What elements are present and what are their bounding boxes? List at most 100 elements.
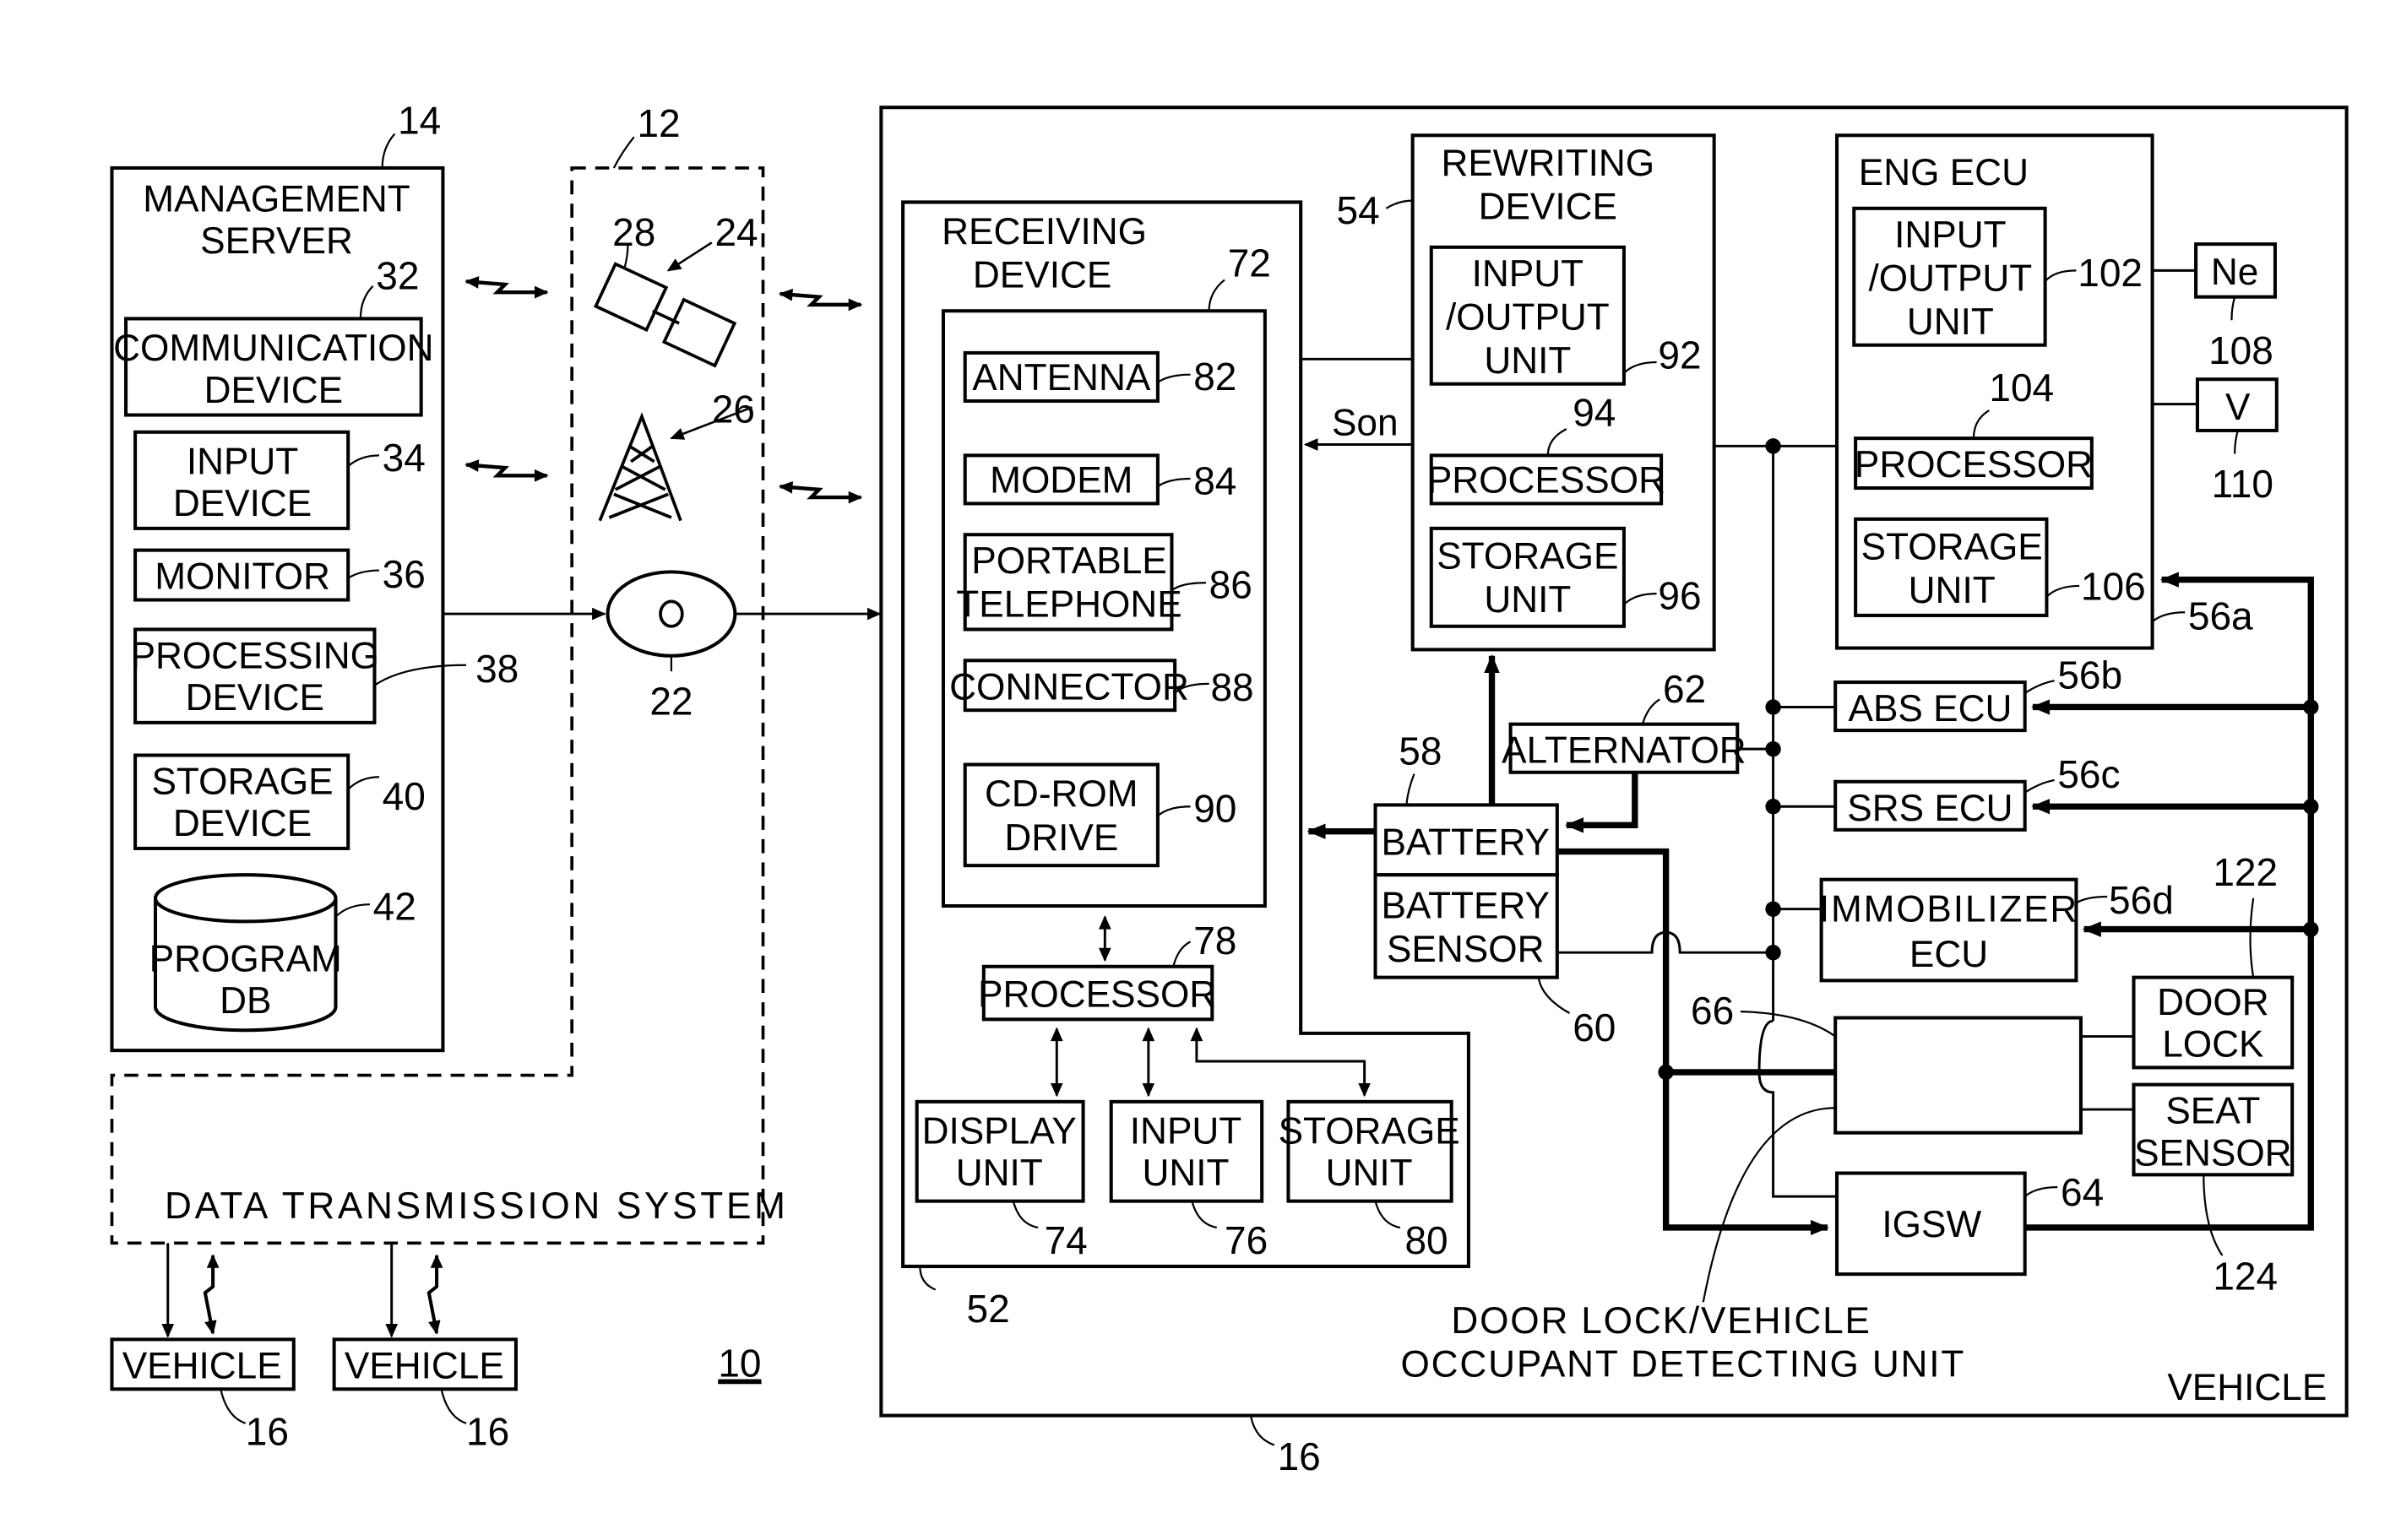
door-lock-occupant-unit[interactable] [1833,1016,2083,1135]
program-db[interactable]: PROGRAM DB [149,873,342,1033]
ref-12: 12 [637,101,680,145]
srs-ecu[interactable]: SRS ECU [1833,779,2027,832]
ref-58: 58 [1399,729,1442,773]
vehicle-label: VEHICLE [345,1345,504,1386]
alternator[interactable]: ALTERNATOR [1502,722,1746,774]
immobilizer-ecu[interactable]: IMMOBILIZER ECU [1819,877,2078,983]
wireless-link-icon [203,1254,220,1335]
junction-dot [1658,1064,1674,1081]
ref-82: 82 [1193,355,1236,399]
io-unit-label-3: UNIT [1484,340,1571,382]
ref-56d: 56d [2109,878,2174,922]
immobilizer-ecu-label-2: ECU [1909,934,1988,975]
ref-60: 60 [1573,1006,1616,1049]
antenna[interactable]: ANTENNA [963,350,1160,403]
storage-device[interactable]: STORAGE DEVICE [133,753,350,850]
ref-76: 76 [1225,1218,1268,1262]
battery-sensor-label-2: SENSOR [1387,929,1544,970]
eng-io-unit[interactable]: INPUT /OUTPUT UNIT [1852,206,2047,347]
igsw-label: IGSW [1882,1204,1981,1245]
ref-16: 16 [1278,1434,1321,1478]
connector[interactable]: CONNECTOR [949,659,1189,713]
ref-80: 80 [1404,1218,1448,1262]
eng-processor-label: PROCESSOR [1855,444,2093,485]
portable-telephone-label: PORTABLE [971,540,1167,582]
satellite-icon [593,262,737,368]
input-unit-label-2: UNIT [1143,1152,1230,1194]
communication-device-label: COMMUNICATION [113,328,433,369]
storage-unit-receiving[interactable]: STORAGE UNIT [1279,1099,1460,1203]
rewriting-processor[interactable]: PROCESSOR [1427,453,1665,506]
cdrom-drive[interactable]: CD-ROM DRIVE [963,762,1160,868]
display-unit-label: DISPLAY [922,1111,1077,1152]
ref-56b: 56b [2057,653,2122,697]
junction-dot [2303,799,2319,815]
ref-96: 96 [1658,574,1701,618]
input-device[interactable]: INPUT DEVICE [133,430,350,530]
input-unit[interactable]: INPUT UNIT [1109,1099,1264,1203]
ne-sensor[interactable]: Ne [2194,242,2277,299]
battery-sensor[interactable]: BATTERY SENSOR [1373,873,1559,979]
eng-processor[interactable]: PROCESSOR [1854,437,2094,491]
processing-device-label: PROCESSING [131,635,379,676]
rewriting-storage-unit[interactable]: STORAGE UNIT [1429,526,1626,628]
receiving-processor[interactable]: PROCESSOR [978,964,1216,1022]
ref-62: 62 [1663,667,1706,711]
modem[interactable]: MODEM [963,453,1160,506]
small-vehicle-1[interactable]: VEHICLE [110,1337,296,1391]
eng-storage-unit[interactable]: STORAGE UNIT [1854,517,2049,617]
ref-16: 16 [246,1410,289,1454]
ref-56c: 56c [2057,752,2120,796]
alternator-label: ALTERNATOR [1502,730,1746,772]
ref-56a: 56a [2188,594,2253,637]
storage-unit-label: STORAGE [1861,527,2043,568]
seat-sensor[interactable]: SEAT SENSOR [2132,1082,2295,1177]
junction-dot [1765,438,1781,454]
son-signal-label: Son [1332,402,1399,443]
wireless-link-icon [464,276,549,299]
leader-12 [612,136,635,169]
igsw[interactable]: IGSW [1835,1171,2027,1277]
door-lock[interactable]: DOOR LOCK [2132,975,2295,1070]
junction-dot [1765,901,1781,917]
program-db-label: PROGRAM [149,938,342,979]
leader-14 [381,133,396,168]
io-unit-label: INPUT [1894,214,2006,256]
arrow-24 [666,241,713,272]
junction-dot [1765,699,1781,715]
ref-104: 104 [1989,366,2054,409]
v-sensor[interactable]: V [2195,377,2279,432]
communication-device[interactable]: COMMUNICATION DEVICE [113,317,434,417]
ref-52: 52 [967,1287,1010,1331]
disc-icon [606,570,737,658]
communication-device-label-2: DEVICE [204,370,343,411]
ref-64: 64 [2061,1170,2104,1214]
battery[interactable]: BATTERY [1373,803,1559,877]
storage-unit-label-2: UNIT [1326,1152,1413,1194]
storage-unit-label-2: UNIT [1484,579,1571,621]
antenna-label: ANTENNA [972,357,1151,399]
battery-sensor-label: BATTERY [1381,886,1550,927]
receiving-device-title: RECEIVING [942,211,1147,252]
rewriting-device-title: REWRITING [1441,143,1654,184]
wireless-link-icon [426,1254,443,1335]
leader-16 [1250,1417,1275,1446]
cdrom-drive-label: CD-ROM [985,773,1138,815]
small-vehicle-2[interactable]: VEHICLE [332,1337,518,1391]
processing-device-label-2: DEVICE [186,677,324,718]
ref-88: 88 [1210,665,1253,709]
monitor[interactable]: MONITOR [133,548,350,602]
processing-device[interactable]: PROCESSING DEVICE [131,627,379,724]
wireless-link-icon [778,288,863,312]
abs-ecu[interactable]: ABS ECU [1833,681,2027,733]
portable-telephone[interactable]: PORTABLE TELEPHONE [956,533,1182,632]
battery-label: BATTERY [1381,822,1550,863]
display-unit[interactable]: DISPLAY UNIT [915,1099,1085,1203]
management-server: MANAGEMENT SERVER 14 COMMUNICATION DEVIC… [110,98,519,1053]
junction-dot [2303,699,2319,715]
ref-40: 40 [383,774,426,818]
ref-90: 90 [1193,787,1236,831]
ref-22: 22 [649,680,693,724]
ref-28: 28 [612,210,655,254]
rewriting-io-unit[interactable]: INPUT /OUTPUT UNIT [1429,245,1626,386]
